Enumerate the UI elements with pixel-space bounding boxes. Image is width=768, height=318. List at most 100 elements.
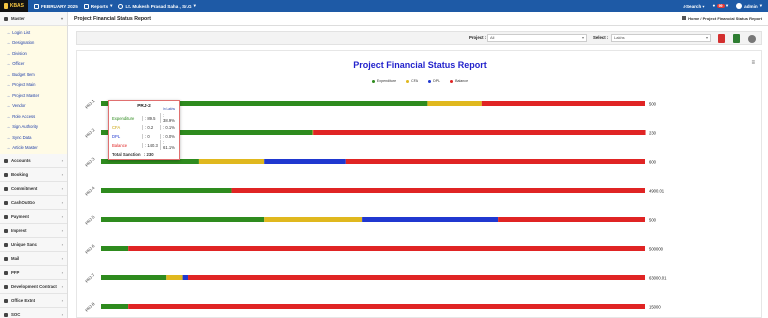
master-icon (4, 16, 8, 21)
submenu-item[interactable]: → Role Access (0, 111, 67, 122)
submenu-label: Officer (12, 61, 25, 67)
search-button[interactable]: ⌕Search ▾ (683, 4, 704, 9)
total-data-label: 500000 (649, 247, 664, 252)
bar-segment-expenditure[interactable] (101, 217, 265, 222)
sidebar-item-payment[interactable]: Payment › (0, 210, 67, 224)
chevron-down-icon: ▾ (110, 3, 113, 8)
bar-segment-cfa[interactable] (312, 130, 314, 135)
chevron-right-icon: › (61, 172, 63, 177)
sidebar-item-label: Payment (11, 214, 29, 219)
bar-segment-balance[interactable] (231, 188, 645, 193)
submenu-label: Project Master (12, 92, 40, 98)
sidebar-item-pfp[interactable]: PFP › (0, 266, 67, 280)
submenu-label: Login List (12, 29, 31, 35)
category-label: PRJ-5 (84, 214, 96, 226)
sidebar-item-development-contract[interactable]: Development Contract › (0, 280, 67, 294)
bar-segment-balance[interactable] (128, 246, 645, 251)
sidebar-item-master[interactable]: Master ▾ (0, 12, 67, 26)
admin-menu[interactable]: admin ▾ (736, 3, 762, 9)
bar-segment-balance[interactable] (128, 304, 645, 309)
user-context[interactable]: Lt. Mukesh Prasad Saha , Sr.G ▾ (118, 3, 196, 9)
sidebar-item-office-extnt[interactable]: Office Extnt › (0, 294, 67, 308)
brand-name: KBAS (9, 3, 24, 9)
project-label: Project : (469, 35, 487, 40)
bar-segment-balance[interactable] (313, 130, 646, 135)
brand-logo[interactable]: KBAS (0, 0, 28, 12)
tooltip-row: Balance : 140.3 : 61.1% (112, 140, 178, 150)
view-eye-icon[interactable] (748, 35, 756, 43)
reports-icon (83, 3, 89, 9)
bar-segment-expenditure[interactable] (101, 188, 232, 193)
bar-segment-balance[interactable] (188, 275, 645, 280)
submenu-item[interactable]: → Sign Authority (0, 122, 67, 133)
excel-export-button[interactable] (733, 34, 740, 43)
submenu-item[interactable]: → Article Master (0, 143, 67, 154)
submenu-item[interactable]: → Project Master (0, 90, 67, 101)
period-label: FEBRUARY 2025 (41, 3, 78, 9)
tooltip-value: : 140.3 (142, 142, 160, 148)
reports-menu[interactable]: Reports ▾ (83, 3, 113, 9)
tooltip-label: CFA (112, 124, 121, 130)
sidebar-item-accounts[interactable]: Accounts › (0, 154, 67, 168)
sidebar-item-unique-sanc[interactable]: Unique Sanc › (0, 238, 67, 252)
bar-segment-expenditure[interactable] (101, 246, 129, 251)
sidebar-item-booking[interactable]: Booking › (0, 168, 67, 182)
soc-icon (4, 312, 8, 317)
category-label: PRJ-7 (84, 272, 96, 284)
total-data-label: 500 (649, 102, 657, 107)
total-data-label: 4900.01 (649, 189, 665, 194)
tooltip-label: Balance (112, 142, 128, 148)
breadcrumb-home[interactable]: Home (688, 16, 699, 21)
pdf-export-button[interactable] (718, 34, 725, 43)
sidebar-item-mail[interactable]: Mail › (0, 252, 67, 266)
unit-select[interactable]: Lakhs ▾ (611, 34, 711, 42)
submenu-item[interactable]: → Designation (0, 38, 67, 49)
sidebar-item-commitment[interactable]: Commitment › (0, 182, 67, 196)
bar-segment-dpl[interactable] (182, 275, 189, 280)
chevron-right-icon: › (61, 256, 63, 261)
bar-segment-cfa[interactable] (198, 159, 265, 164)
submenu-item[interactable]: → Division (0, 48, 67, 59)
bar-segment-expenditure[interactable] (101, 304, 129, 309)
page-title: Project Financial Status Report (74, 15, 151, 22)
submenu-item[interactable]: → Budget Item (0, 69, 67, 80)
project-select[interactable]: All ▾ (487, 34, 587, 42)
submenu-item[interactable]: → Project Main (0, 80, 67, 91)
sidebar-item-cashoutgo[interactable]: CashOutGo › (0, 196, 67, 210)
bar-segment-cfa[interactable] (166, 275, 183, 280)
submenu-item[interactable]: → Vendor (0, 101, 67, 112)
bar-segment-cfa[interactable] (427, 101, 482, 106)
imprest-icon (4, 228, 8, 233)
search-label: Search (685, 3, 702, 9)
bar-segment-balance[interactable] (481, 101, 645, 106)
bar-segment-balance[interactable] (498, 217, 645, 222)
submenu-item[interactable]: → Officer (0, 59, 67, 70)
master-submenu: → Login List → Designation → Division → Offi… (0, 26, 67, 154)
chart-tooltip: PRJ-2 In Lakhs Expenditure : 89.5 : 38.9… (108, 100, 180, 160)
bar-segment-dpl[interactable] (264, 159, 346, 164)
sidebar-item-label: CashOutGo (11, 200, 35, 205)
total-data-label: 230 (649, 131, 657, 136)
submenu-label: Sync Data (12, 134, 32, 140)
total-data-label: 600 (649, 160, 657, 165)
notifications-button[interactable]: ● 99 ▾ (713, 3, 728, 9)
period-selector[interactable]: FEBRUARY 2025 (34, 3, 78, 9)
submenu-item[interactable]: → Login List (0, 27, 67, 38)
filter-bar: Project : All ▾ Select : Lakhs ▾ (76, 31, 762, 45)
bar-segment-dpl[interactable] (362, 217, 499, 222)
bar-segment-cfa[interactable] (264, 217, 363, 222)
submenu-label: Designation (12, 40, 35, 46)
sidebar-item-label: Office Extnt (11, 298, 36, 303)
sidebar-item-soc[interactable]: SOC › (0, 308, 67, 318)
bar-segment-balance[interactable] (345, 159, 645, 164)
sidebar-item-imprest[interactable]: Imprest › (0, 224, 67, 238)
tooltip-percent: : 61.1% (160, 140, 176, 150)
bar-segment-expenditure[interactable] (101, 275, 167, 280)
chevron-down-icon: ▾ (705, 35, 708, 40)
tooltip-value: : 0.2 (142, 124, 160, 130)
chevron-right-icon: › (61, 242, 63, 247)
chevron-down-icon: ▾ (60, 16, 63, 21)
sidebar-item-label: SOC (11, 312, 21, 317)
submenu-item[interactable]: → Sync Data (0, 132, 67, 143)
submenu-label: Sign Authority (12, 124, 39, 130)
